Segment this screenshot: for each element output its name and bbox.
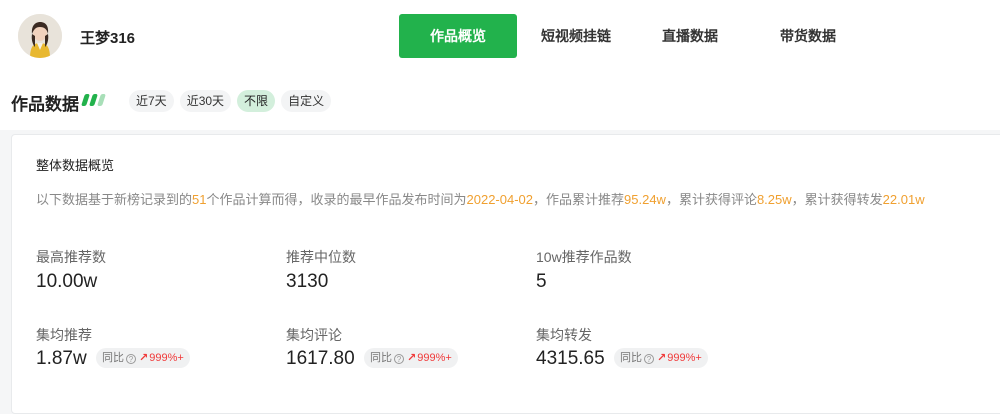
time-range-selector: 近7天 近30天 不限 自定义	[129, 90, 332, 112]
works-count: 51	[192, 192, 207, 207]
total-recommend: 95.24w	[624, 192, 666, 207]
summary-text: 个作品计算而得，收录的最早作品发布时间为	[206, 192, 467, 207]
range-unlimited[interactable]: 不限	[237, 90, 276, 112]
help-icon[interactable]: ?	[394, 354, 404, 364]
change-value: 999%+	[149, 352, 184, 364]
total-comments: 8.25w	[756, 192, 792, 207]
compare-label: 同比	[370, 352, 392, 364]
tab-works-overview[interactable]: 作品概览	[399, 14, 517, 58]
change-value: 999%+	[667, 352, 702, 364]
stat-label-avg-shares: 集均转发	[536, 327, 592, 343]
section-title: 作品数据	[11, 95, 79, 114]
compare-badge: 同比? ↗999%+	[96, 348, 190, 368]
overview-title: 整体数据概览	[36, 158, 115, 173]
compare-label: 同比	[102, 352, 124, 364]
summary-text: 以下数据基于新榜记录到的	[36, 192, 193, 207]
overview-panel	[11, 134, 1000, 414]
stat-value-median-recommend: 3130	[286, 271, 329, 292]
summary-text: ，作品累计推荐	[533, 192, 625, 207]
summary-text: ，累计获得转发	[791, 192, 883, 207]
arrow-up-icon: ↗	[407, 352, 417, 364]
stat-label-avg-recommend: 集均推荐	[36, 327, 92, 343]
total-shares: 22.01w	[882, 192, 925, 207]
compare-badge: 同比? ↗999%+	[364, 348, 458, 368]
help-icon[interactable]: ?	[644, 354, 654, 364]
tab-sales-data[interactable]: 带货数据	[745, 14, 871, 58]
stat-value-max-recommend: 10.00w	[36, 271, 98, 292]
avatar-illustration	[18, 14, 62, 58]
overview-summary: 以下数据基于新榜记录到的51个作品计算而得，收录的最早作品发布时间为2022-0…	[36, 189, 925, 208]
stat-value-avg-recommend: 1.87w	[36, 348, 87, 369]
signal-bars-icon	[81, 94, 106, 106]
stat-label-median-recommend: 推荐中位数	[286, 249, 356, 265]
help-icon[interactable]: ?	[126, 354, 136, 364]
stat-value-avg-comments: 1617.80	[286, 348, 355, 369]
summary-text: ，累计获得评论	[665, 192, 757, 207]
user-avatar[interactable]	[18, 14, 62, 58]
stat-value-avg-shares: 4315.65	[536, 348, 605, 369]
range-7-days[interactable]: 近7天	[129, 90, 174, 112]
change-value: 999%+	[417, 352, 452, 364]
tab-short-video-links[interactable]: 短视频挂链	[517, 14, 635, 58]
stat-label-10w-works: 10w推荐作品数	[536, 249, 632, 265]
range-30-days[interactable]: 近30天	[179, 90, 232, 112]
tab-live-data[interactable]: 直播数据	[635, 14, 745, 58]
user-name[interactable]: 王梦316	[80, 27, 135, 48]
range-custom[interactable]: 自定义	[281, 90, 332, 112]
main-tabs: 作品概览 短视频挂链 直播数据 带货数据	[399, 14, 871, 58]
stat-label-max-recommend: 最高推荐数	[36, 249, 106, 265]
arrow-up-icon: ↗	[139, 352, 149, 364]
stat-value-10w-works: 5	[536, 271, 547, 292]
earliest-date: 2022-04-02	[466, 192, 534, 207]
arrow-up-icon: ↗	[657, 352, 667, 364]
compare-label: 同比	[620, 352, 642, 364]
stat-label-avg-comments: 集均评论	[286, 327, 342, 343]
compare-badge: 同比? ↗999%+	[614, 348, 708, 368]
